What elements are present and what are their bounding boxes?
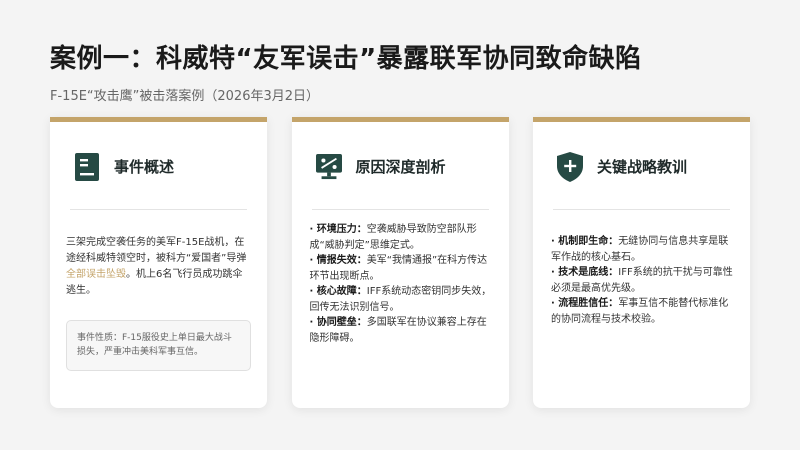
list-item: · 协同壁垒：多国联军在协议兼容上存在隐形障碍。	[310, 315, 495, 346]
item-key: · 环境压力：	[309, 224, 367, 235]
list-item: · 核心故障：IFF系统动态密钥同步失效，回传无法识别信号。	[310, 284, 495, 315]
item-key: · 协同壁垒：	[309, 317, 367, 328]
body-text: 三架完成空袭任务的美军F-15E战机，在途经科威特领空时，被科方“爱国者”导弹	[66, 237, 247, 264]
item-key: · 机制即生命：	[551, 236, 619, 247]
document-icon	[74, 152, 100, 182]
note-box: 事件性质：F-15服役史上单日最大战斗损失，严重冲击美科军事互信。	[66, 320, 251, 371]
item-key: · 流程胜信任：	[551, 298, 619, 309]
monitor-chart-icon	[315, 152, 342, 182]
list-item: · 技术是底线：IFF系统的抗干扰与可靠性必须是最高优先级。	[551, 265, 736, 296]
item-key: · 核心故障：	[309, 286, 367, 297]
card-header: 关键战略教训	[553, 144, 730, 210]
lesson-list: · 机制即生命：无缝协同与信息共享是联军作战的核心基石。 · 技术是底线：IFF…	[551, 234, 736, 327]
card-row: 事件概述 三架完成空袭任务的美军F-15E战机，在途经科威特领空时，被科方“爱国…	[50, 117, 750, 408]
slide: 案例一：科威特“友军误击”暴露联军协同致命缺陷 F-15E“攻击鹰”被击落案例（…	[0, 0, 800, 450]
item-key: · 技术是底线：	[551, 267, 619, 278]
body-highlight: 全部误击坠毁	[66, 269, 126, 280]
card-header: 原因深度剖析	[311, 144, 489, 210]
shield-plus-icon	[557, 151, 583, 182]
item-key: · 情报失效：	[309, 255, 367, 266]
cause-list: · 环境压力：空袭威胁导致防空部队形成“威胁判定”思维定式。 · 情报失效：美军…	[310, 222, 495, 346]
card-strategic-lessons: 关键战略教训 · 机制即生命：无缝协同与信息共享是联军作战的核心基石。 · 技术…	[533, 117, 750, 408]
page-title: 案例一：科威特“友军误击”暴露联军协同致命缺陷	[50, 44, 642, 74]
list-item: · 环境压力：空袭威胁导致防空部队形成“威胁判定”思维定式。	[310, 222, 495, 253]
list-item: · 情报失效：美军“我情通报”在科方传达环节出现断点。	[310, 253, 495, 284]
card-header: 事件概述	[70, 144, 247, 210]
card-body: 三架完成空袭任务的美军F-15E战机，在途经科威特领空时，被科方“爱国者”导弹全…	[66, 235, 251, 299]
card-event-overview: 事件概述 三架完成空袭任务的美军F-15E战机，在途经科威特领空时，被科方“爱国…	[50, 117, 267, 408]
list-item: · 流程胜信任：军事互信不能替代标准化的协同流程与技术校验。	[551, 296, 736, 327]
card-title: 事件概述	[114, 158, 175, 176]
list-item: · 机制即生命：无缝协同与信息共享是联军作战的核心基石。	[551, 234, 736, 265]
page-subtitle: F-15E“攻击鹰”被击落案例（2026年3月2日）	[50, 89, 320, 104]
card-title: 原因深度剖析	[355, 158, 446, 176]
card-cause-analysis: 原因深度剖析 · 环境压力：空袭威胁导致防空部队形成“威胁判定”思维定式。 · …	[291, 117, 509, 408]
card-title: 关键战略教训	[597, 158, 688, 176]
